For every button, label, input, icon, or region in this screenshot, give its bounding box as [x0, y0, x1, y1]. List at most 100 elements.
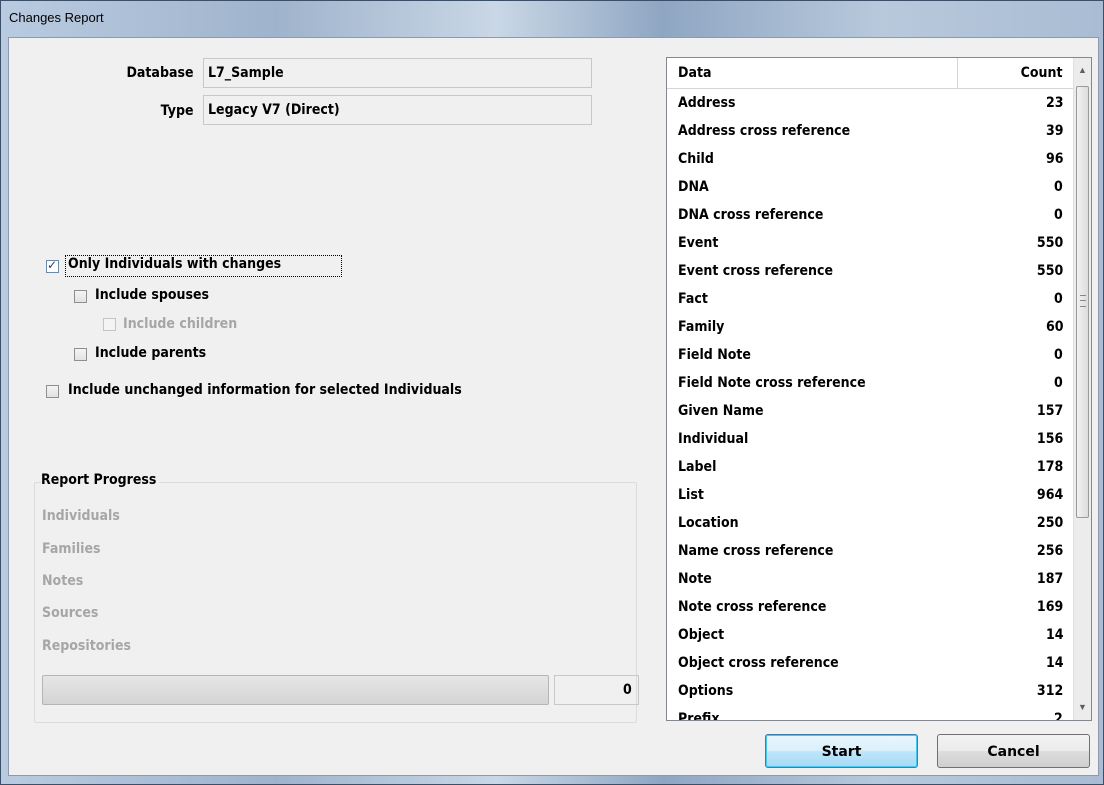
table-row[interactable]: Label 178 — [667, 453, 1073, 481]
table-row[interactable]: List 964 — [667, 481, 1073, 509]
start-button[interactable]: Start — [765, 734, 918, 768]
row-count: 550 — [1036, 263, 1063, 279]
vertical-scrollbar[interactable]: ▲ ▼ — [1073, 58, 1091, 720]
only-individuals-checkbox[interactable] — [46, 258, 59, 273]
table-row[interactable]: Fact 0 — [667, 285, 1073, 313]
row-count: 250 — [1036, 515, 1063, 531]
row-count: 0 — [1054, 347, 1063, 363]
table-row[interactable]: Address 23 — [667, 89, 1073, 117]
row-data-name: Label — [678, 459, 717, 475]
table-row[interactable]: Individual 156 — [667, 425, 1073, 453]
row-count: 0 — [1054, 207, 1063, 223]
table-row[interactable]: Event 550 — [667, 229, 1073, 257]
table-row[interactable]: DNA 0 — [667, 173, 1073, 201]
changes-report-window: Changes Report Database L7_Sample Type L… — [0, 0, 1104, 785]
chevron-up-icon[interactable]: ▲ — [1074, 62, 1091, 79]
row-count: 964 — [1036, 487, 1063, 503]
row-count: 60 — [1045, 319, 1063, 335]
cancel-button[interactable]: Cancel — [937, 734, 1090, 768]
only-individuals-label[interactable]: Only Individuals with changes — [68, 256, 281, 272]
row-data-name: Given Name — [678, 403, 764, 419]
row-count: 2 — [1054, 711, 1063, 721]
table-row[interactable]: Note cross reference 169 — [667, 593, 1073, 621]
include-unchanged-checkbox[interactable] — [46, 385, 59, 398]
row-data-name: List — [678, 487, 704, 503]
table-row[interactable]: Family 60 — [667, 313, 1073, 341]
table-row[interactable]: Location 250 — [667, 509, 1073, 537]
row-data-name: Individual — [678, 431, 749, 447]
row-data-name: Field Note — [678, 347, 751, 363]
table-row[interactable]: Prefix 2 — [667, 705, 1073, 721]
progress-value: 0 — [623, 682, 632, 698]
table-row[interactable]: DNA cross reference 0 — [667, 201, 1073, 229]
table-row[interactable]: Name cross reference 256 — [667, 537, 1073, 565]
table-row[interactable]: Child 96 — [667, 145, 1073, 173]
row-count: 312 — [1036, 683, 1063, 699]
start-button-label: Start — [821, 744, 862, 760]
row-data-name: DNA — [678, 179, 709, 195]
table-row[interactable]: Note 187 — [667, 565, 1073, 593]
database-label: Database — [126, 65, 194, 81]
include-spouses-label[interactable]: Include spouses — [95, 287, 209, 303]
chevron-down-icon[interactable]: ▼ — [1074, 699, 1091, 716]
include-children-label[interactable]: Include children — [123, 316, 237, 332]
row-data-name: Address cross reference — [678, 123, 851, 139]
row-count: 14 — [1045, 627, 1063, 643]
row-count: 14 — [1045, 655, 1063, 671]
row-count: 96 — [1045, 151, 1063, 167]
scrollbar-thumb[interactable] — [1076, 86, 1089, 518]
report-progress-bar — [42, 675, 549, 705]
report-progress-title: Report Progress — [41, 472, 160, 488]
database-field: L7_Sample — [203, 58, 592, 88]
include-spouses-checkbox[interactable] — [74, 290, 87, 303]
row-data-name: Fact — [678, 291, 708, 307]
list-header: Data Count — [667, 58, 1073, 89]
database-value: L7_Sample — [208, 65, 284, 81]
row-count: 550 — [1036, 235, 1063, 251]
table-row[interactable]: Field Note 0 — [667, 341, 1073, 369]
data-count-list[interactable]: Data Count Address 23 Address cross refere… — [666, 57, 1092, 721]
include-unchanged-label[interactable]: Include unchanged information for select… — [68, 382, 462, 398]
title-bar[interactable]: Changes Report — [1, 1, 1103, 35]
table-row[interactable]: Object 14 — [667, 621, 1073, 649]
table-row[interactable]: Address cross reference 39 — [667, 117, 1073, 145]
window-title: Changes Report — [9, 10, 104, 25]
include-parents-label[interactable]: Include parents — [95, 345, 206, 361]
progress-item-families: Families — [42, 541, 101, 557]
table-row[interactable]: Field Note cross reference 0 — [667, 369, 1073, 397]
row-data-name: Event — [678, 235, 719, 251]
row-count: 157 — [1036, 403, 1063, 419]
row-data-name: Address — [678, 95, 736, 111]
progress-item-sources: Sources — [42, 605, 99, 621]
type-value: Legacy V7 (Direct) — [208, 102, 340, 118]
row-count: 156 — [1036, 431, 1063, 447]
row-data-name: Options — [678, 683, 734, 699]
row-count: 178 — [1036, 459, 1063, 475]
table-row[interactable]: Event cross reference 550 — [667, 257, 1073, 285]
row-data-name: Field Note cross reference — [678, 375, 866, 391]
column-divider[interactable] — [957, 58, 958, 88]
table-row[interactable]: Object cross reference 14 — [667, 649, 1073, 677]
row-data-name: Note cross reference — [678, 599, 827, 615]
progress-value-box: 0 — [554, 675, 639, 705]
row-data-name: DNA cross reference — [678, 207, 824, 223]
dialog-client-area: Database L7_Sample Type Legacy V7 (Direc… — [8, 37, 1099, 776]
row-data-name: Event cross reference — [678, 263, 834, 279]
column-header-data[interactable]: Data — [678, 65, 711, 81]
table-row[interactable]: Options 312 — [667, 677, 1073, 705]
progress-item-notes: Notes — [42, 573, 84, 589]
column-header-count[interactable]: Count — [1021, 65, 1063, 81]
include-parents-checkbox[interactable] — [74, 348, 87, 361]
row-data-name: Note — [678, 571, 712, 587]
row-data-name: Prefix — [678, 711, 720, 721]
table-row[interactable]: Given Name 157 — [667, 397, 1073, 425]
type-label: Type — [161, 103, 194, 119]
row-count: 23 — [1045, 95, 1063, 111]
row-count: 169 — [1036, 599, 1063, 615]
row-count: 0 — [1054, 375, 1063, 391]
row-count: 0 — [1054, 179, 1063, 195]
row-count: 0 — [1054, 291, 1063, 307]
row-count: 187 — [1036, 571, 1063, 587]
include-children-checkbox[interactable] — [103, 318, 116, 331]
row-data-name: Location — [678, 515, 739, 531]
